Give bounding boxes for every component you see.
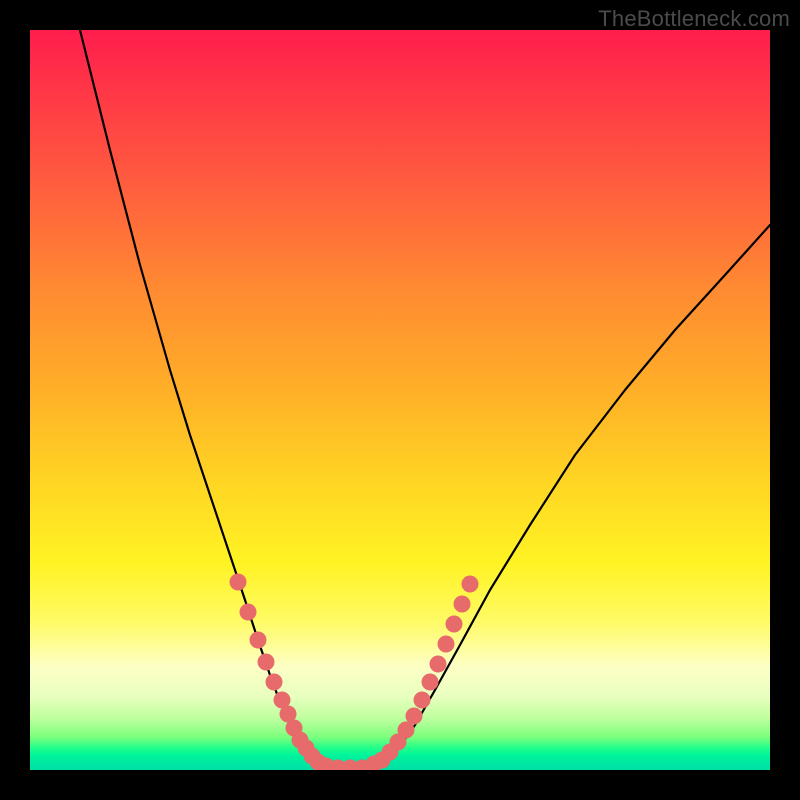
- bottleneck-curve: [80, 30, 770, 768]
- curve-dot: [230, 574, 247, 591]
- chart-frame: TheBottleneck.com: [0, 0, 800, 800]
- curve-dot-markers: [230, 574, 479, 771]
- curve-dot: [406, 708, 423, 725]
- curve-dot: [266, 674, 283, 691]
- curve-dot: [250, 632, 267, 649]
- curve-dot: [258, 654, 275, 671]
- curve-layer: [30, 30, 770, 770]
- curve-dot: [430, 656, 447, 673]
- plot-area: [30, 30, 770, 770]
- curve-dot: [454, 596, 471, 613]
- curve-dot: [446, 616, 463, 633]
- curve-dot: [462, 576, 479, 593]
- curve-dot: [438, 636, 455, 653]
- curve-dot: [414, 692, 431, 709]
- curve-dot: [240, 604, 257, 621]
- curve-dot: [422, 674, 439, 691]
- watermark-text: TheBottleneck.com: [598, 6, 790, 32]
- bottleneck-curve-path: [80, 30, 770, 768]
